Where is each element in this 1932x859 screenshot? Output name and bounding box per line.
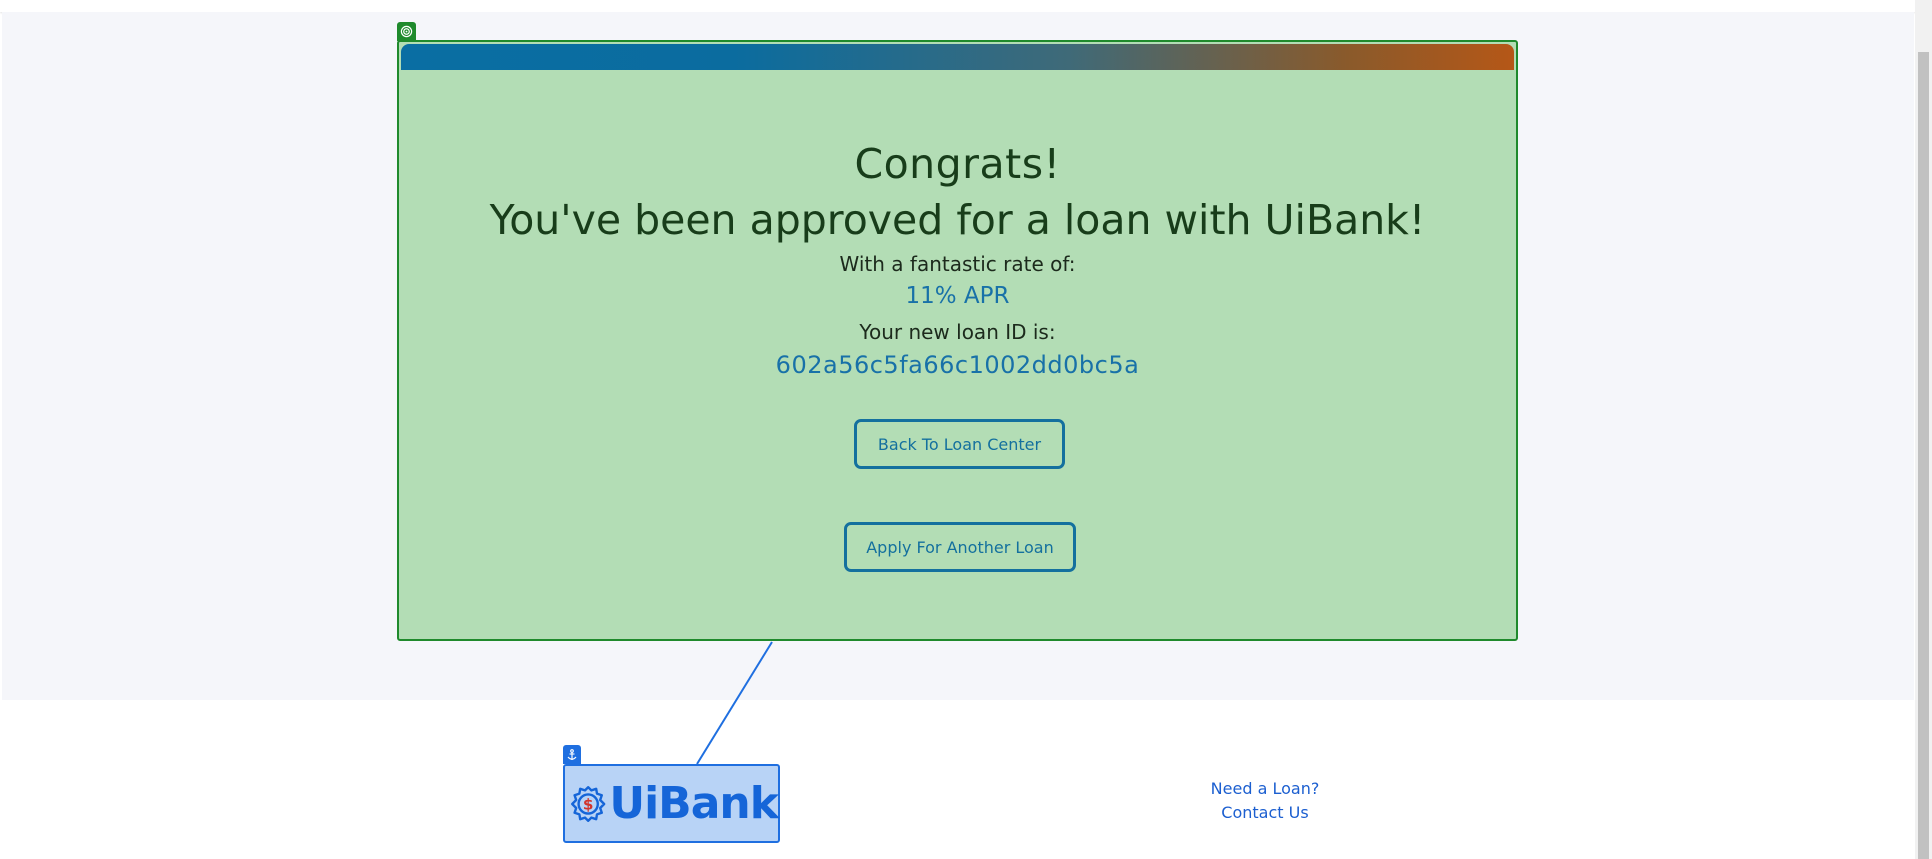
rate-label: With a fantastic rate of: xyxy=(839,252,1076,276)
contact-us-link[interactable]: Contact Us xyxy=(1190,801,1340,825)
card-header-band xyxy=(401,44,1514,70)
rate-value: 11% APR xyxy=(905,283,1010,309)
top-bar xyxy=(0,0,1915,12)
target-icon xyxy=(397,22,416,41)
loan-id-label: Your new loan ID is: xyxy=(859,320,1056,344)
apply-for-another-loan-button[interactable]: Apply For Another Loan xyxy=(844,522,1076,572)
dollar-badge-icon: $ xyxy=(570,785,606,822)
scrollbar-thumb[interactable] xyxy=(1918,52,1929,859)
anchor-icon xyxy=(563,745,581,764)
approval-heading: You've been approved for a loan with UiB… xyxy=(489,196,1426,244)
svg-text:$: $ xyxy=(583,795,594,813)
vertical-scrollbar[interactable] xyxy=(1915,0,1932,859)
need-a-loan-link[interactable]: Need a Loan? xyxy=(1190,777,1340,801)
footer-links: Need a Loan? Contact Us xyxy=(1190,777,1340,825)
congrats-heading: Congrats! xyxy=(854,140,1061,188)
logo-text: UiBank xyxy=(609,778,779,829)
loan-id-value: 602a56c5fa66c1002dd0bc5a xyxy=(775,351,1140,379)
loan-approval-card: Congrats! You've been approved for a loa… xyxy=(397,40,1518,641)
uibank-logo[interactable]: $ UiBank xyxy=(563,764,780,843)
back-to-loan-center-button[interactable]: Back To Loan Center xyxy=(854,419,1065,469)
